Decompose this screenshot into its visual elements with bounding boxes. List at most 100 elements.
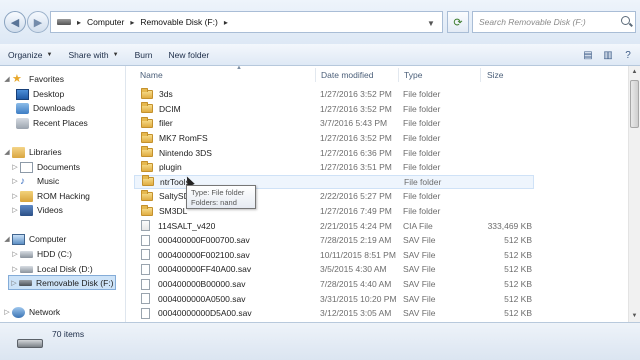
collapse-icon[interactable]: ◢ [2,75,12,83]
file-row[interactable]: 000400000F002100.sav 10/11/2015 8:51 PM SA… [134,248,534,263]
nav-local-disk-d[interactable]: ▷ Local Disk (D:) [10,262,93,276]
usb-drive-icon [19,279,32,286]
nav-music[interactable]: ▷ ♪ Music [10,174,59,188]
folder-icon [141,102,153,114]
new-folder-button[interactable]: New folder [161,46,218,64]
nav-network[interactable]: ▷ Network [2,305,60,319]
expand-icon[interactable]: ▷ [9,279,19,287]
vertical-scrollbar[interactable]: ▲ ▼ [628,66,640,322]
file-name-cell: MK7 RomFS [141,131,208,144]
file-row[interactable]: plugin 1/27/2016 3:51 PM File folder [134,160,534,175]
file-date: 3/7/2016 5:43 PM [320,118,388,129]
column-header-label: Type [404,70,423,80]
nav-recent-places[interactable]: Recent Places [16,116,88,130]
file-row[interactable]: filer 3/7/2016 5:43 PM File folder [134,116,534,131]
file-type: CIA File [403,220,433,231]
status-bar: 70 items [0,322,640,360]
forward-button[interactable]: ▶ [27,11,49,33]
hard-drive-icon [20,265,33,273]
file-name-cell: SaltySD [141,189,190,201]
file-name: 000400000B00000.sav [158,279,246,290]
file-name: 000400000F002100.sav [158,249,250,260]
file-name: plugin [159,162,182,173]
preview-pane-icon[interactable]: ▥ [600,47,616,63]
back-button[interactable]: ◀ [4,11,26,33]
nav-label: Local Disk (D:) [37,264,93,274]
file-row[interactable]: MK7 RomFS 1/27/2016 3:52 PM File folder [134,131,534,146]
nav-label: Favorites [29,74,64,84]
expand-icon[interactable]: ▷ [10,177,20,185]
column-divider[interactable] [480,68,481,82]
file-row[interactable]: Nintendo 3DS 1/27/2016 6:36 PM File folder [134,145,534,160]
organize-button[interactable]: Organize ▼ [0,46,60,64]
expand-icon[interactable]: ▷ [10,250,20,258]
folder-icon [141,189,153,201]
expand-icon[interactable]: ▷ [10,163,20,171]
file-type: SAV File [403,264,436,275]
column-header-label: Name [140,70,163,80]
file-row[interactable]: 0004000000A0500.sav 3/31/2015 10:20 PM SAV… [134,291,534,306]
scroll-down-icon[interactable]: ▼ [629,310,640,322]
nav-hdd-c[interactable]: ▷ HDD (C:) [10,247,72,261]
file-type: SAV File [403,293,436,304]
column-header-date[interactable]: Date modified [321,66,373,84]
nav-downloads[interactable]: Downloads [16,101,75,115]
scrollbar-thumb[interactable] [630,80,639,128]
file-date: 1/27/2016 6:36 PM [320,147,392,158]
file-type: File folder [404,176,442,187]
column-divider[interactable] [398,68,399,82]
collapse-icon[interactable]: ◢ [2,235,12,243]
file-row[interactable]: 000400000F000700.sav 7/28/2015 2:19 AM SAV… [134,233,534,248]
column-divider[interactable] [315,68,316,82]
share-with-button[interactable]: Share with ▼ [60,46,126,64]
music-icon: ♪ [20,175,25,187]
videos-icon [20,204,33,216]
file-name: MK7 RomFS [159,133,208,144]
expand-icon[interactable]: ▷ [10,265,20,273]
star-icon: ★ [12,72,22,85]
nav-desktop[interactable]: Desktop [16,87,64,101]
search-input[interactable]: Search Removable Disk (F:) [472,11,636,33]
nav-videos[interactable]: ▷ Videos [10,203,63,217]
nav-removable-disk-f[interactable]: ▷ Removable Disk (F:) [8,275,116,290]
tooltip-type: Type: File folder [191,188,245,197]
scroll-up-icon[interactable]: ▲ [629,66,640,78]
file-row[interactable]: 3ds 1/27/2016 3:52 PM File folder [134,87,534,102]
address-dropdown-icon[interactable]: ▼ [424,16,438,30]
file-list: Name ▲ Date modified Type Size 3ds 1/27/20… [128,66,628,322]
breadcrumb-removable-disk[interactable]: Removable Disk (F:) [140,17,217,27]
file-row[interactable]: 00040000000D5A00.sav 3/12/2015 3:05 AM SAV… [134,306,534,321]
breadcrumb-separator-icon: ▸ [223,17,228,27]
organize-label: Organize [8,49,43,60]
column-header-size[interactable]: Size [487,66,504,84]
file-row[interactable]: 114SALT_v420 2/21/2015 4:24 PM CIA File 333… [134,218,534,233]
file-row[interactable]: DCIM 1/27/2016 3:52 PM File folder [134,102,534,117]
column-header-type[interactable]: Type [404,66,422,84]
breadcrumb-computer[interactable]: Computer [87,17,124,27]
address-bar[interactable]: ▸ Computer ▸ Removable Disk (F:) ▸ ▼ [50,11,443,33]
expand-icon[interactable]: ▷ [2,308,12,316]
collapse-icon[interactable]: ◢ [2,148,12,156]
file-name: filer [159,118,173,129]
column-header-name[interactable]: Name ▲ [140,66,242,84]
nav-label: Recent Places [33,118,88,128]
nav-favorites[interactable]: ◢ ★ Favorites [2,72,64,86]
file-name-cell: 114SALT_v420 [141,220,215,232]
nav-documents[interactable]: ▷ Documents [10,160,80,174]
file-date: 3/12/2015 3:05 AM [320,308,392,319]
folder-icon [141,131,153,143]
file-date: 1/27/2016 7:49 PM [320,206,392,217]
help-icon[interactable]: ? [620,47,636,63]
nav-label: Videos [37,205,63,215]
nav-libraries[interactable]: ◢ Libraries [2,145,62,159]
file-name: Nintendo 3DS [159,147,212,158]
expand-icon[interactable]: ▷ [10,206,20,214]
expand-icon[interactable]: ▷ [10,192,20,200]
nav-rom-hacking[interactable]: ▷ ROM Hacking [10,189,90,203]
refresh-button[interactable]: ⟳ [447,11,469,33]
view-options-icon[interactable]: ▤ [580,47,596,63]
file-row[interactable]: 000400000FF40A00.sav 3/5/2015 4:30 AM SAV … [134,262,534,277]
file-row[interactable]: 000400000B00000.sav 7/28/2015 4:40 AM SAV … [134,277,534,292]
burn-button[interactable]: Burn [127,46,161,64]
nav-computer[interactable]: ◢ Computer [2,232,66,246]
